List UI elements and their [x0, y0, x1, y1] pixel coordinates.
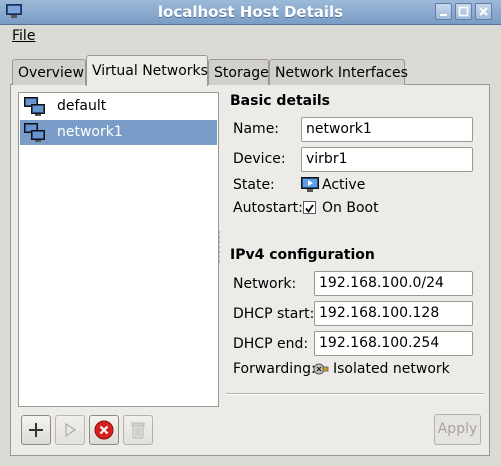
tab-storage[interactable]: Storage — [208, 59, 269, 85]
dhcp-start-label: DHCP start: — [233, 306, 315, 322]
dhcp-end-field[interactable]: 192.168.100.254 — [314, 331, 473, 356]
play-icon — [65, 422, 77, 438]
state-label: State: — [233, 177, 275, 193]
stop-icon — [94, 420, 114, 440]
state-active-icon — [301, 177, 319, 197]
ipv4-heading: IPv4 configuration — [230, 247, 375, 263]
title-bar: localhost Host Details — [0, 0, 501, 25]
network-list-item-network1[interactable]: network1 — [20, 120, 217, 145]
tab-virtual-networks[interactable]: Virtual Networks — [86, 55, 208, 86]
autostart-checkbox[interactable] — [303, 201, 316, 214]
network-icon — [24, 123, 46, 147]
network-name: default — [57, 98, 107, 114]
forwarding-value: Isolated network — [333, 361, 450, 377]
network-list-item-default[interactable]: default — [20, 94, 217, 119]
device-label: Device: — [233, 151, 286, 167]
network-name: network1 — [57, 124, 123, 140]
tab-network-interfaces[interactable]: Network Interfaces — [269, 59, 408, 85]
divider — [219, 231, 220, 263]
name-field[interactable]: network1 — [301, 117, 473, 142]
plus-icon — [29, 423, 43, 437]
delete-network-button[interactable] — [123, 415, 153, 445]
stop-network-button[interactable] — [89, 415, 119, 445]
menu-file[interactable]: File — [12, 28, 35, 44]
autostart-value: On Boot — [322, 200, 379, 216]
forwarding-label: Forwarding: — [233, 361, 316, 377]
check-icon — [305, 204, 314, 213]
tab-overview[interactable]: Overview — [12, 59, 86, 85]
start-network-button[interactable] — [55, 415, 85, 445]
minimize-button[interactable] — [435, 3, 452, 20]
separator — [226, 393, 484, 395]
autostart-label: Autostart: — [233, 200, 303, 216]
window-title: localhost Host Details — [157, 3, 344, 21]
network-field[interactable]: 192.168.100.0/24 — [314, 271, 473, 296]
apply-button[interactable]: Apply — [434, 414, 481, 445]
network-icon — [24, 97, 46, 121]
add-network-button[interactable] — [21, 415, 51, 445]
dhcp-start-field[interactable]: 192.168.100.128 — [314, 301, 473, 326]
network-label: Network: — [233, 276, 297, 292]
maximize-button[interactable] — [455, 3, 472, 20]
basic-details-heading: Basic details — [230, 93, 331, 109]
isolated-network-icon — [313, 361, 329, 381]
state-value: Active — [322, 177, 366, 193]
device-field[interactable]: virbr1 — [301, 147, 473, 172]
menu-bar: File — [0, 24, 501, 48]
name-label: Name: — [233, 121, 280, 137]
trash-icon — [131, 422, 145, 439]
dhcp-end-label: DHCP end: — [233, 336, 309, 352]
close-window-button[interactable] — [475, 3, 492, 20]
network-list[interactable]: default network1 — [18, 92, 219, 407]
